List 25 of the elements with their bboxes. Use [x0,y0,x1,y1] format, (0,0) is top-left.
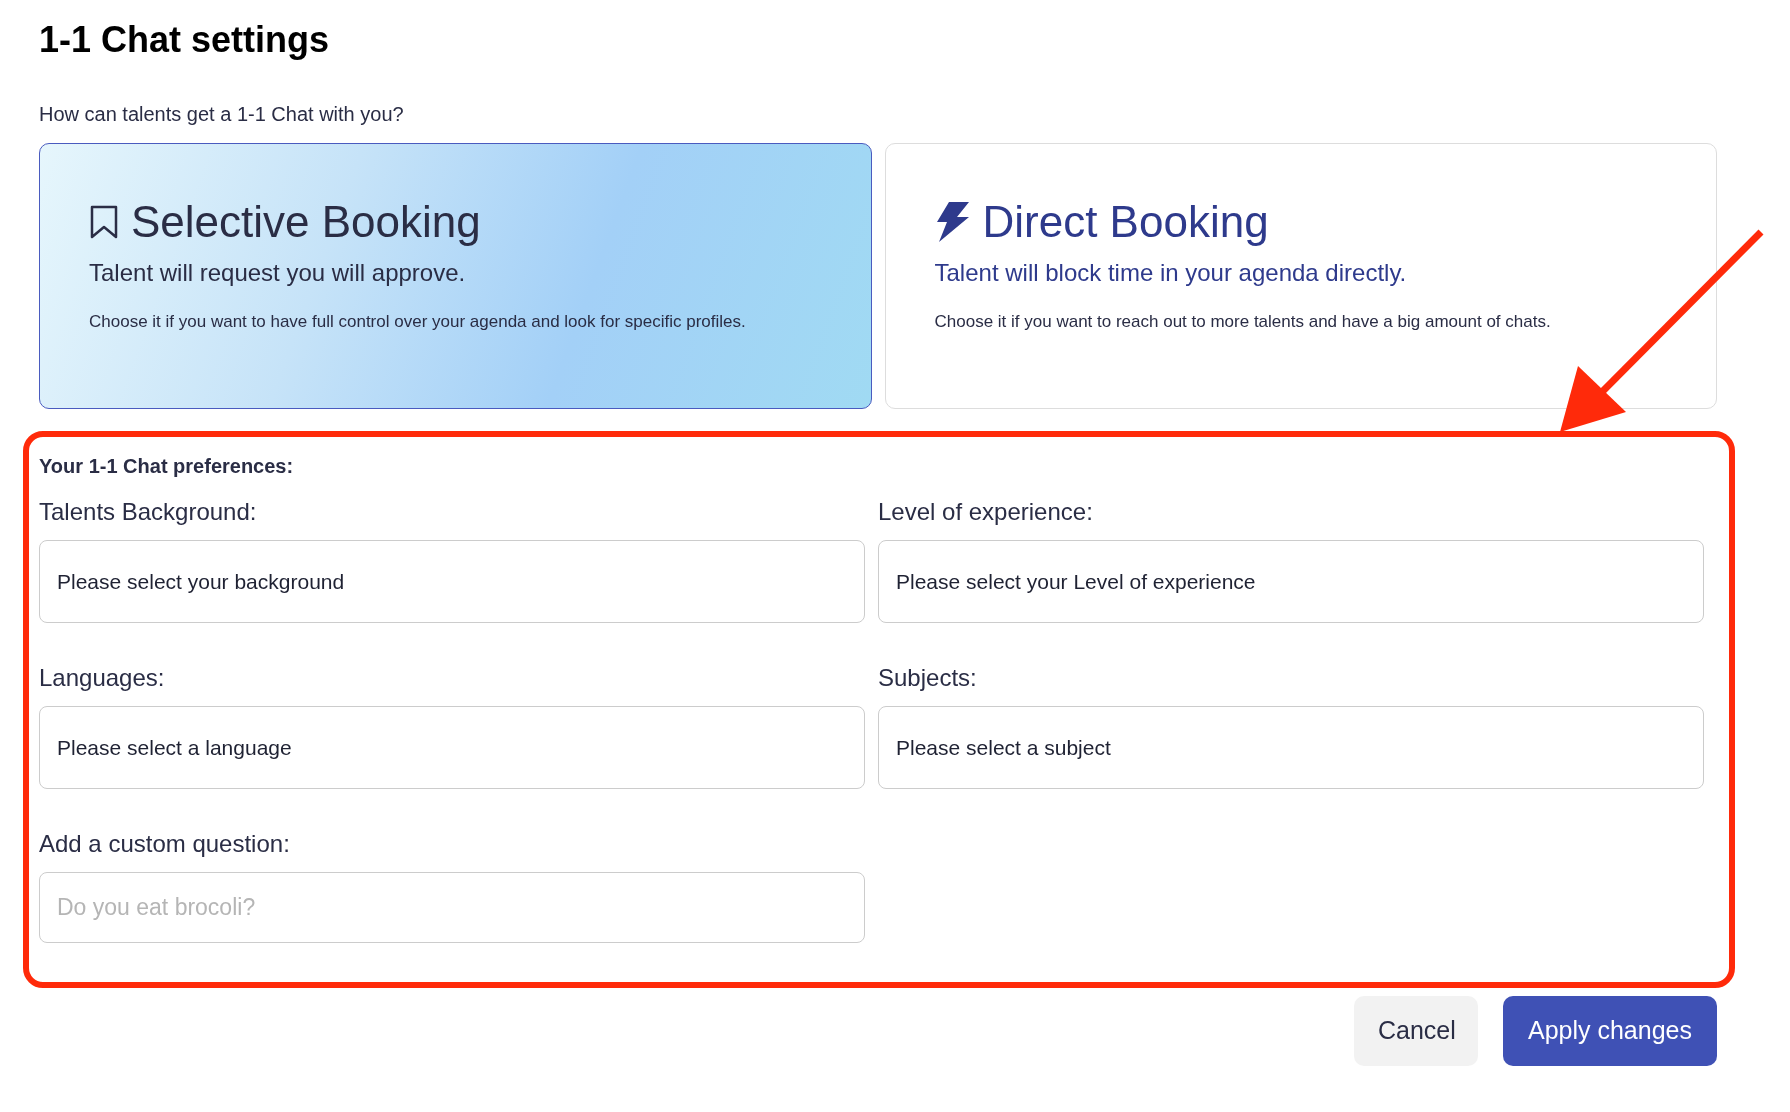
cancel-button[interactable]: Cancel [1354,996,1478,1066]
option-title: Selective Booking [131,196,481,248]
select-field[interactable]: Please select your background [39,540,865,623]
select-field[interactable]: Please select a language [39,706,865,789]
field-label: Talents Background: [39,497,257,527]
lightning-bolt-icon [934,202,971,242]
option-description: Choose it if you want to have full control over your agenda and look for specific profiles. [89,311,746,333]
apply-button[interactable]: Apply changes [1503,996,1717,1066]
booking-option-card[interactable]: Direct Booking Talent will block time in your agenda directly. Choose it if you want to reach out to more talents and have a big amount of chats. [884,143,1717,409]
bookmark-icon [89,204,119,240]
select-field[interactable]: Please select a subject [878,706,1704,789]
field-label: Subjects: [878,663,977,693]
field-label: Languages: [39,663,165,693]
input-field[interactable]: Do you eat brocoli? [39,872,865,943]
option-subtitle: Talent will request you will approve. [89,258,466,288]
question-text: How can talents get a 1-1 Chat with you? [39,102,404,127]
option-subtitle: Talent will block time in your agenda directly. [934,258,1407,288]
booking-option-card[interactable]: Selective Booking Talent will request you will approve. Choose it if you want to have full control over your agenda and look for specific profiles. [39,143,872,409]
field-label: Add a custom question: [39,829,290,859]
field-label: Level of experience: [878,497,1093,527]
select-field[interactable]: Please select your Level of experience [878,540,1704,623]
option-title: Direct Booking [982,196,1269,248]
option-description: Choose it if you want to reach out to more talents and have a big amount of chats. [934,311,1551,333]
section-heading: Your 1-1 Chat preferences: [39,454,294,479]
page-title: 1-1 Chat settings [39,18,330,62]
